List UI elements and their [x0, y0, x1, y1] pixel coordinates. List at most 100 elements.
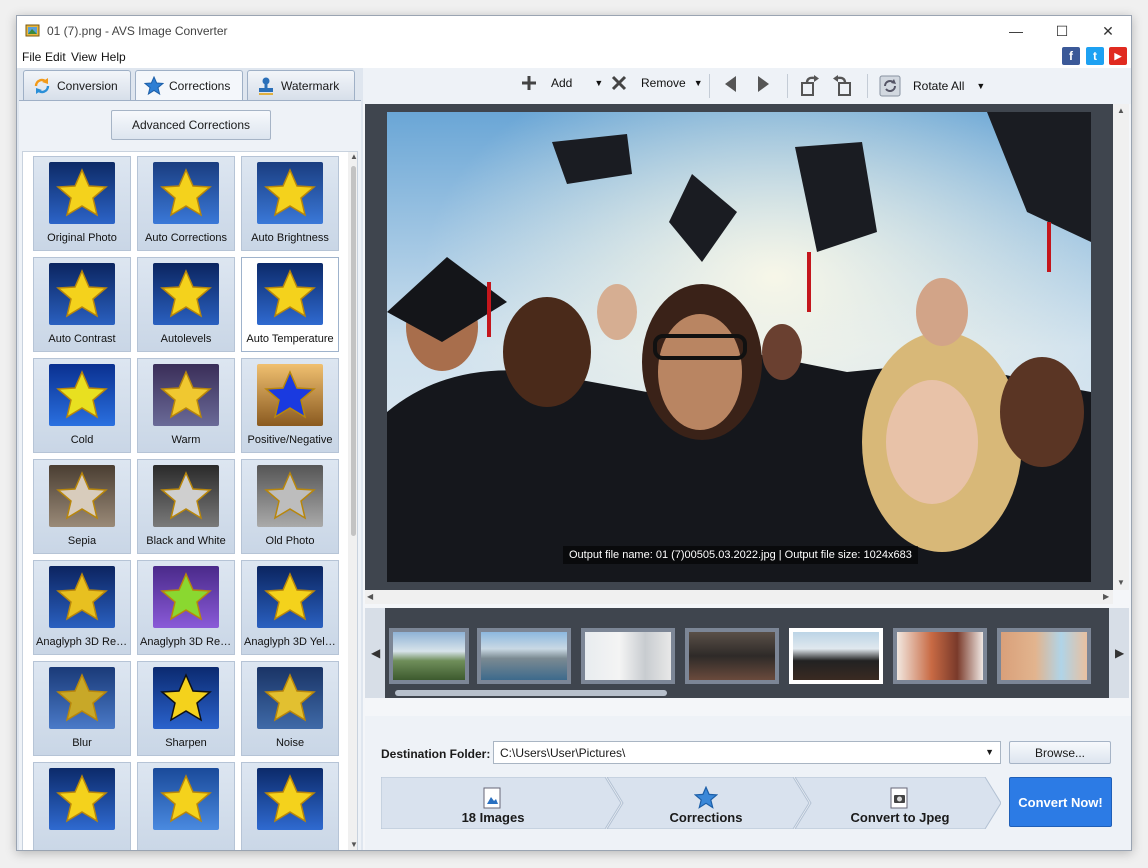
stamp-icon — [259, 77, 273, 95]
menu-file[interactable]: File — [22, 50, 41, 64]
effect-thumbnail — [49, 768, 115, 830]
effect-effect-21[interactable] — [241, 762, 339, 850]
scroll-right-icon[interactable]: ▶ — [1103, 592, 1109, 601]
effect-auto-temperature[interactable]: Auto Temperature — [241, 257, 339, 352]
effect-thumbnail — [257, 364, 323, 426]
step-convert-format[interactable]: Convert to Jpeg — [809, 777, 991, 829]
effects-scrollbar[interactable]: ▲ ▼ — [348, 152, 357, 850]
effect-cold[interactable]: Cold — [33, 358, 131, 453]
thumbnail-item[interactable] — [893, 628, 987, 684]
effect-old-photo[interactable]: Old Photo — [241, 459, 339, 554]
effect-label: Anaglyph 3D Red-Blue — [140, 636, 232, 648]
destination-path: C:\Users\User\Pictures\ — [500, 746, 626, 760]
thumbnail-item[interactable] — [997, 628, 1091, 684]
preview-vertical-scrollbar[interactable]: ▲ ▼ — [1113, 104, 1129, 590]
star-icon — [160, 370, 212, 419]
scroll-down-icon[interactable]: ▼ — [350, 840, 357, 849]
effect-noise[interactable]: Noise — [241, 661, 339, 756]
rotate-all-dropdown-icon[interactable]: ▼ — [976, 81, 985, 91]
camera-icon — [890, 787, 908, 809]
convert-now-button[interactable]: Convert Now! — [1009, 777, 1112, 827]
remove-label: Remove — [641, 76, 686, 90]
effect-auto-corrections[interactable]: Auto Corrections — [137, 156, 235, 251]
menu-view[interactable]: View — [71, 50, 97, 64]
star-icon — [264, 168, 316, 217]
effects-scroll-thumb[interactable] — [351, 166, 356, 536]
rotate-all-button[interactable]: Rotate All ▼ — [879, 75, 985, 97]
facebook-icon[interactable]: f — [1062, 47, 1080, 65]
tab-corrections[interactable]: Corrections — [135, 70, 243, 101]
advanced-corrections-button[interactable]: Advanced Corrections — [111, 110, 271, 140]
effect-autolevels[interactable]: Autolevels — [137, 257, 235, 352]
strip-right-arrow-icon[interactable]: ▶ — [1115, 646, 1124, 660]
thumbnail-item-selected[interactable] — [789, 628, 883, 684]
step-images[interactable]: 18 Images — [381, 777, 605, 829]
effect-effect-19[interactable] — [33, 762, 131, 850]
star-icon — [160, 168, 212, 217]
effect-label: Black and White — [146, 535, 226, 547]
effect-auto-contrast[interactable]: Auto Contrast — [33, 257, 131, 352]
star-icon — [56, 370, 108, 419]
minimize-button[interactable]: — — [993, 16, 1039, 46]
step-convert-label: Convert to Jpeg — [850, 810, 950, 825]
chevron-down-icon[interactable]: ▼ — [985, 747, 994, 757]
star-icon — [264, 572, 316, 621]
scroll-left-icon[interactable]: ◀ — [367, 592, 373, 601]
effect-anaglyph-red-blue[interactable]: Anaglyph 3D Red-Blue — [137, 560, 235, 655]
tab-watermark-label: Watermark — [281, 78, 340, 93]
scroll-up-icon[interactable]: ▲ — [350, 152, 357, 161]
effect-thumbnail — [257, 667, 323, 729]
next-arrow-icon[interactable] — [755, 75, 771, 93]
star-icon — [56, 269, 108, 318]
effect-anaglyph-yellow-blue[interactable]: Anaglyph 3D Yellow-Blue — [241, 560, 339, 655]
thumbnail-item[interactable] — [389, 628, 469, 684]
effect-thumbnail — [49, 263, 115, 325]
left-panel: Conversion Corrections Watermark Advance… — [17, 68, 363, 850]
remove-dropdown-icon[interactable]: ▼ — [694, 78, 703, 88]
strip-left-arrow-icon[interactable]: ◀ — [371, 646, 380, 660]
thumbnail-item[interactable] — [581, 628, 675, 684]
effect-original-photo[interactable]: Original Photo — [33, 156, 131, 251]
close-button[interactable]: ✕ — [1085, 16, 1131, 46]
tab-conversion-label: Conversion — [57, 78, 118, 93]
rotate-right-icon[interactable] — [831, 75, 853, 97]
effect-sharpen[interactable]: Sharpen — [137, 661, 235, 756]
effect-warm[interactable]: Warm — [137, 358, 235, 453]
remove-button[interactable]: Remove ▼ — [611, 75, 703, 91]
previous-arrow-icon[interactable] — [723, 75, 739, 93]
star-icon — [56, 168, 108, 217]
thumbnail-item[interactable] — [477, 628, 571, 684]
menu-edit[interactable]: Edit — [45, 50, 66, 64]
effect-blur[interactable]: Blur — [33, 661, 131, 756]
preview-horizontal-scrollbar[interactable]: ◀ ▶ — [365, 590, 1113, 604]
image-preview: Output file name: 01 (7)00505.03.2022.jp… — [365, 104, 1113, 590]
star-icon — [144, 76, 164, 96]
browse-button[interactable]: Browse... — [1009, 741, 1111, 764]
corrections-panel: Advanced Corrections ▲ ▼ Original Photo A… — [19, 100, 361, 850]
tab-conversion[interactable]: Conversion — [23, 70, 131, 100]
effect-positive-negative[interactable]: Positive/Negative — [241, 358, 339, 453]
scroll-down-icon[interactable]: ▼ — [1117, 578, 1125, 587]
twitter-icon[interactable]: t — [1086, 47, 1104, 65]
add-button[interactable]: Add ▼ — [521, 75, 603, 91]
tab-watermark[interactable]: Watermark — [247, 70, 355, 100]
rotate-left-icon[interactable] — [799, 75, 821, 97]
thumbnail-item[interactable] — [685, 628, 779, 684]
menu-help[interactable]: Help — [101, 50, 126, 64]
destination-folder-input[interactable]: C:\Users\User\Pictures\ ▼ — [493, 741, 1001, 764]
preview-photo: Output file name: 01 (7)00505.03.2022.jp… — [387, 112, 1091, 582]
maximize-button[interactable]: ☐ — [1039, 16, 1085, 46]
add-dropdown-icon[interactable]: ▼ — [594, 78, 603, 88]
scroll-up-icon[interactable]: ▲ — [1117, 106, 1125, 115]
effect-anaglyph-red-cyan[interactable]: Anaglyph 3D Red-Cyan — [33, 560, 131, 655]
window-title: 01 (7).png - AVS Image Converter — [47, 24, 228, 38]
strip-scroll-thumb[interactable] — [395, 690, 667, 696]
effect-auto-brightness[interactable]: Auto Brightness — [241, 156, 339, 251]
effect-effect-20[interactable] — [137, 762, 235, 850]
youtube-icon[interactable]: ▶ — [1109, 47, 1127, 65]
step-corrections[interactable]: Corrections — [613, 777, 799, 829]
thumbnail-strip: ◀ ▶ — [365, 608, 1129, 698]
effect-black-and-white[interactable]: Black and White — [137, 459, 235, 554]
effect-thumbnail — [153, 768, 219, 830]
effect-sepia[interactable]: Sepia — [33, 459, 131, 554]
